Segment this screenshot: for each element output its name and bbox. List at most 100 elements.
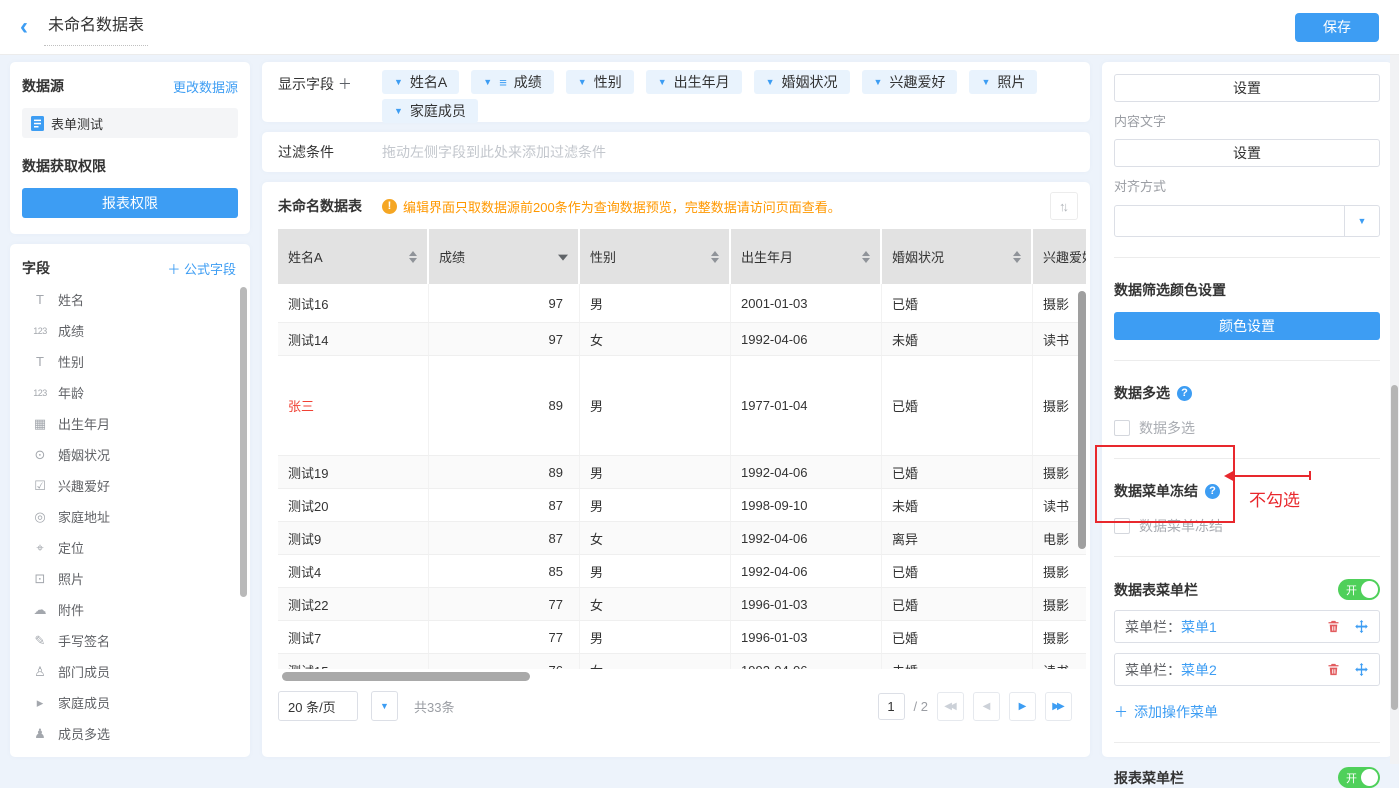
table-column-header[interactable]: 姓名A xyxy=(278,229,429,284)
table-row[interactable]: 测试777男1996-01-03已婚摄影 xyxy=(278,621,1086,654)
page-scrollbar-track[interactable] xyxy=(1390,55,1399,764)
field-list-item[interactable]: T 姓名 xyxy=(22,284,250,315)
add-formula-field-link[interactable]: ＋ 公式字段 xyxy=(167,259,236,278)
menu-bar-item[interactable]: 菜单栏： 菜单2 xyxy=(1114,653,1380,686)
chevron-down-icon[interactable]: ▼ xyxy=(483,77,492,87)
chevron-down-icon[interactable]: ▼ xyxy=(578,77,587,87)
fields-scrollbar-thumb[interactable] xyxy=(240,287,247,597)
page-title[interactable]: 未命名数据表 xyxy=(44,9,148,46)
family-icon: ▸ xyxy=(31,695,49,711)
prev-page-button[interactable]: ◀ xyxy=(973,692,1000,721)
first-page-button[interactable]: ◀◀ xyxy=(937,692,964,721)
field-list-item[interactable]: ⌖ 定位 xyxy=(22,532,250,563)
sort-desc-icon[interactable] xyxy=(558,254,568,260)
chevron-down-icon[interactable]: ▼ xyxy=(981,77,990,87)
field-list-item[interactable]: 123 成绩 xyxy=(22,315,250,346)
column-header-label: 婚姻状况 xyxy=(892,247,944,266)
color-setting-button[interactable]: 颜色设置 xyxy=(1114,312,1380,340)
table-row[interactable]: 测试987女1992-04-06离异电影 xyxy=(278,522,1086,555)
chevron-down-icon[interactable]: ▼ xyxy=(394,77,403,87)
display-field-chip[interactable]: ▼ 家庭成员 xyxy=(382,99,478,123)
display-field-chip[interactable]: ▼ 婚姻状况 xyxy=(754,70,850,94)
field-list-item[interactable]: ☑ 兴趣爱好 xyxy=(22,470,250,501)
field-list-item[interactable]: ♙ 部门成员 xyxy=(22,656,250,687)
table-horizontal-scrollbar-thumb[interactable] xyxy=(282,672,530,681)
help-icon[interactable]: ? xyxy=(1205,484,1220,499)
menu-bar-item[interactable]: 菜单栏： 菜单1 xyxy=(1114,610,1380,643)
field-list-item[interactable]: ✎ 手写签名 xyxy=(22,625,250,656)
change-datasource-link[interactable]: 更改数据源 xyxy=(173,77,238,96)
table-column-header[interactable]: 成绩 xyxy=(429,229,580,284)
header-text-setting-button[interactable]: 设置 xyxy=(1114,74,1380,102)
field-list-item[interactable]: T 性别 xyxy=(22,346,250,377)
multi-select-checkbox[interactable] xyxy=(1114,420,1130,436)
display-field-chip[interactable]: ▼ 照片 xyxy=(969,70,1037,94)
field-list-item[interactable]: ⊡ 照片 xyxy=(22,563,250,594)
chevron-down-icon[interactable]: ▼ xyxy=(874,77,883,87)
align-select[interactable]: ▼ xyxy=(1114,205,1380,237)
chevron-down-icon[interactable]: ▼ xyxy=(394,106,403,116)
delete-icon[interactable] xyxy=(1326,619,1341,634)
sort-icon[interactable] xyxy=(862,251,870,263)
sort-order-icon[interactable]: ↑↓ xyxy=(1050,192,1078,220)
report-permission-button[interactable]: 报表权限 xyxy=(22,188,238,218)
display-field-chip[interactable]: ▼ 姓名A xyxy=(382,70,459,94)
report-menu-toggle[interactable]: 开 xyxy=(1338,767,1380,788)
field-list-item[interactable]: ▦ 出生年月 xyxy=(22,408,250,439)
menu-item-name[interactable]: 菜单2 xyxy=(1181,660,1217,680)
page-scrollbar-thumb[interactable] xyxy=(1391,385,1398,710)
table-row[interactable]: 测试2087男1998-09-10未婚读书 xyxy=(278,489,1086,522)
sort-icon[interactable] xyxy=(711,251,719,263)
content-text-setting-button[interactable]: 设置 xyxy=(1114,139,1380,167)
datasource-item[interactable]: 表单测试 xyxy=(22,108,238,138)
table-row[interactable]: 测试1497女1992-04-06未婚读书 xyxy=(278,323,1086,356)
table-vertical-scrollbar-thumb[interactable] xyxy=(1078,291,1086,549)
table-row[interactable]: 测试1697男2001-01-03已婚摄影 xyxy=(278,284,1086,323)
display-field-chip[interactable]: ▼ 出生年月 xyxy=(646,70,742,94)
chevron-down-icon[interactable]: ▼ xyxy=(658,77,667,87)
page-size-select[interactable]: 20 条/页 xyxy=(278,691,358,721)
back-icon[interactable]: ‹ xyxy=(20,17,28,37)
menu-item-name[interactable]: 菜单1 xyxy=(1181,617,1217,637)
table-cell: 男 xyxy=(580,456,731,489)
field-list-item[interactable]: ▸ 家庭成员 xyxy=(22,687,250,718)
last-page-button[interactable]: ▶▶ xyxy=(1045,692,1072,721)
add-display-field-icon[interactable]: ＋ xyxy=(338,76,352,92)
table-row[interactable]: 测试485男1992-04-06已婚摄影 xyxy=(278,555,1086,588)
display-field-chip[interactable]: ▼ ≡ 成绩 xyxy=(471,70,554,94)
table-menu-toggle[interactable]: 开 xyxy=(1338,579,1380,600)
table-row[interactable]: 张三89男1977-01-04已婚摄影 xyxy=(278,356,1086,456)
field-list-item[interactable]: ☁ 附件 xyxy=(22,594,250,625)
table-row[interactable]: 测试2277女1996-01-03已婚摄影 xyxy=(278,588,1086,621)
display-field-chip[interactable]: ▼ 性别 xyxy=(566,70,634,94)
display-field-chip[interactable]: ▼ 兴趣爱好 xyxy=(862,70,958,94)
table-cell: 1992-04-06 xyxy=(731,654,882,669)
move-icon[interactable] xyxy=(1354,619,1369,634)
add-action-menu-link[interactable]: ＋添加操作菜单 xyxy=(1114,702,1218,722)
table-column-header[interactable]: 性别 xyxy=(580,229,731,284)
freeze-menu-checkbox-row[interactable]: 数据菜单冻结 xyxy=(1114,516,1380,536)
page-number-input[interactable]: 1 xyxy=(878,693,905,720)
field-list-item[interactable]: ◎ 家庭地址 xyxy=(22,501,250,532)
delete-icon[interactable] xyxy=(1326,662,1341,677)
table-column-header[interactable]: 出生年月 xyxy=(731,229,882,284)
sort-icon[interactable] xyxy=(1013,251,1021,263)
table-column-header[interactable]: 婚姻状况 xyxy=(882,229,1033,284)
table-row[interactable]: 测试1989男1992-04-06已婚摄影 xyxy=(278,456,1086,489)
center-column: 显示字段 ＋ ▼ 姓名A ▼ ≡ 成绩 ▼ 性别 ▼ 出生年月 ▼ 婚姻状况 ▼… xyxy=(262,62,1090,757)
field-list-item[interactable]: ♟ 成员多选 xyxy=(22,718,250,749)
field-list-item[interactable]: 123 年龄 xyxy=(22,377,250,408)
multi-select-checkbox-row[interactable]: 数据多选 xyxy=(1114,418,1380,438)
next-page-button[interactable]: ▶ xyxy=(1009,692,1036,721)
field-list-item[interactable]: ⊙ 婚姻状况 xyxy=(22,439,250,470)
page-size-caret-icon[interactable]: ▼ xyxy=(371,691,398,721)
sort-icon[interactable] xyxy=(409,251,417,263)
help-icon[interactable]: ? xyxy=(1177,386,1192,401)
table-row[interactable]: 测试1576女1992-04-06未婚读书 xyxy=(278,654,1086,669)
table-column-header[interactable]: 兴趣爱好 xyxy=(1033,229,1086,284)
save-button[interactable]: 保存 xyxy=(1295,13,1379,42)
chevron-down-icon[interactable]: ▼ xyxy=(766,77,775,87)
move-icon[interactable] xyxy=(1354,662,1369,677)
filter-dropzone-placeholder[interactable]: 拖动左侧字段到此处来添加过滤条件 xyxy=(382,142,606,162)
freeze-menu-checkbox[interactable] xyxy=(1114,518,1130,534)
